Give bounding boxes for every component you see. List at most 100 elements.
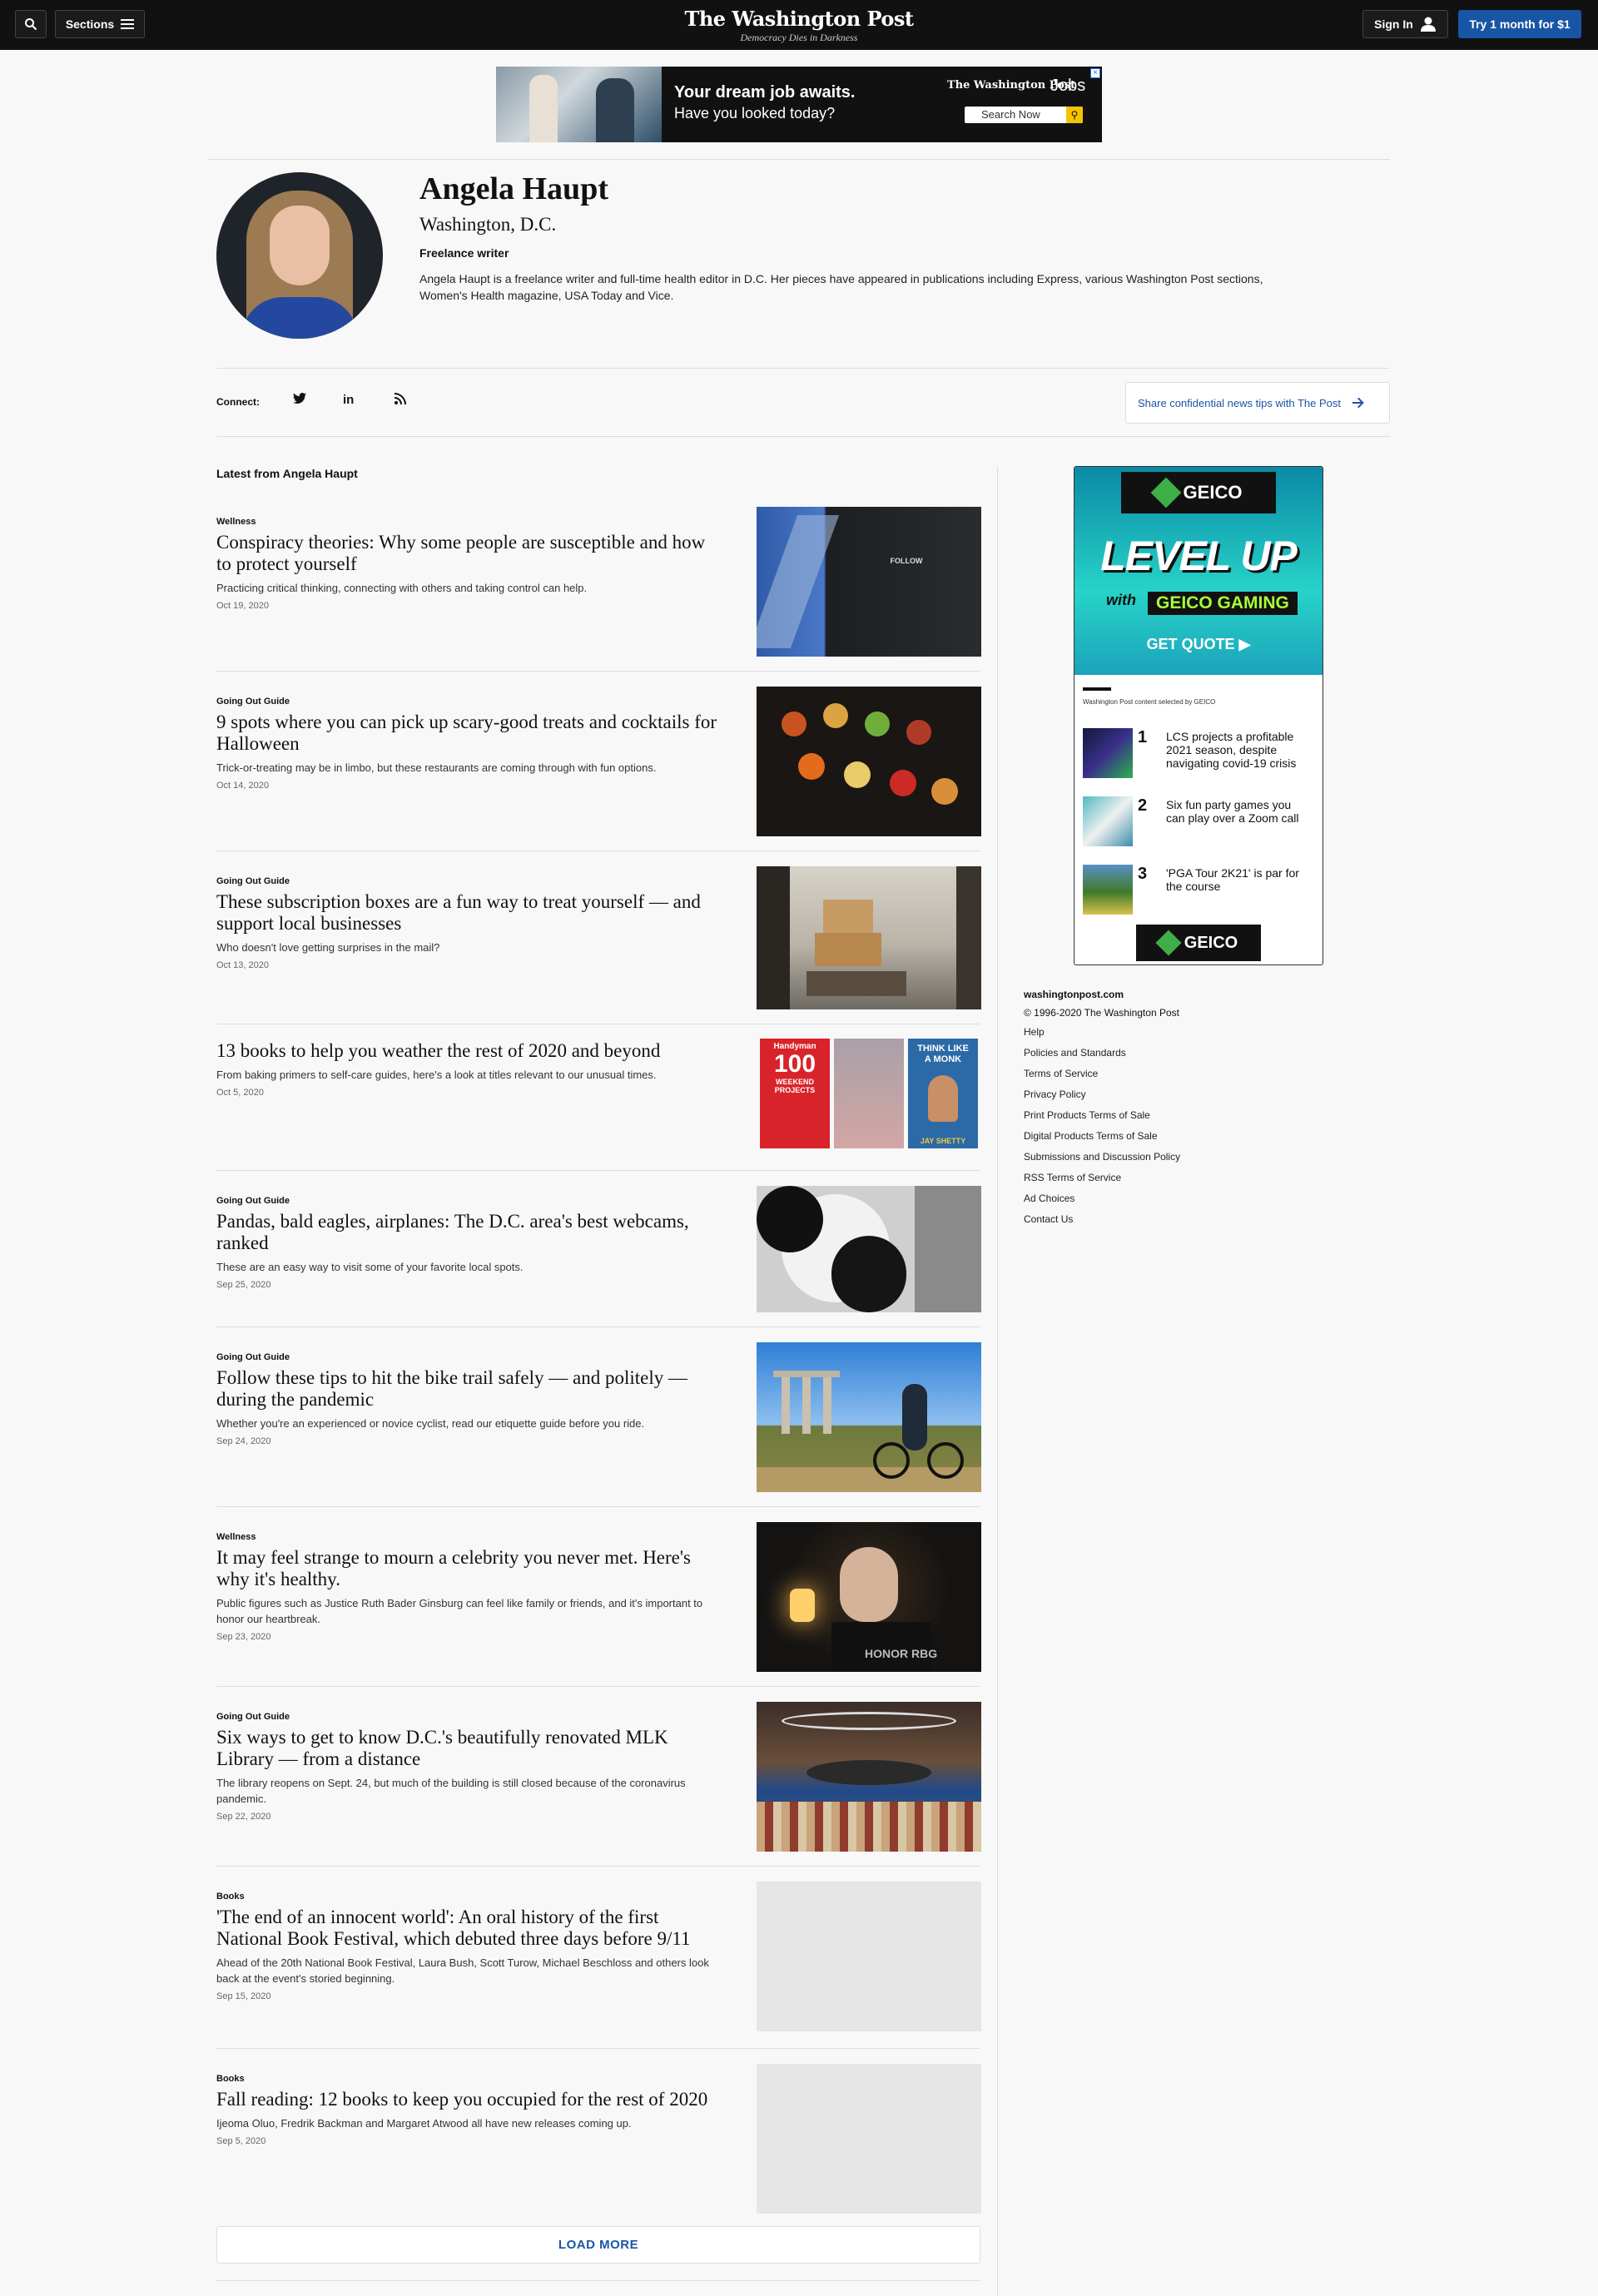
- ad-photo: [496, 67, 662, 142]
- article-blurb: Practicing critical thinking, connecting…: [216, 582, 588, 594]
- author-avatar: [216, 172, 383, 339]
- article-thumbnail[interactable]: [757, 866, 981, 1009]
- subscribe-button[interactable]: Try 1 month for $1: [1458, 10, 1581, 38]
- sign-in-label: Sign In: [1374, 17, 1413, 31]
- book-cover-title: THINK LIKE A MONK: [917, 1044, 969, 1064]
- sign-in-button[interactable]: Sign In: [1362, 10, 1448, 38]
- vigil-sign: HONOR RBG: [865, 1647, 938, 1660]
- author-bio: Angela Haupt is a freelance writer and f…: [419, 272, 1263, 302]
- article-headline[interactable]: It may feel strange to mourn a celebrity…: [216, 1547, 724, 1590]
- sponsored-thumbnail: [1083, 728, 1133, 778]
- footer-link-print-terms[interactable]: Print Products Terms of Sale: [1024, 1108, 1273, 1129]
- column-divider: [997, 466, 998, 2296]
- sponsored-title[interactable]: 'PGA Tour 2K21' is par for the course: [1166, 866, 1312, 893]
- ad-search-button[interactable]: Search Now ⚲: [965, 107, 1083, 123]
- article-blurb: These are an easy way to visit some of y…: [216, 1261, 524, 1273]
- article-thumbnail[interactable]: [757, 1702, 981, 1852]
- divider: [216, 1686, 980, 1687]
- article-blurb: From baking primers to self-care guides,…: [216, 1069, 657, 1081]
- site-footer: washingtonpost.com © 1996-2020 The Washi…: [1024, 989, 1273, 1233]
- get-quote-button[interactable]: GET QUOTE ▶: [1074, 636, 1323, 653]
- book-cover-sub: WEEKEND PROJECTS: [774, 1078, 816, 1094]
- article-thumbnail[interactable]: [757, 687, 981, 836]
- article-headline[interactable]: Six ways to get to know D.C.'s beautiful…: [216, 1727, 724, 1770]
- divider: [216, 2280, 980, 2281]
- article-thumbnail[interactable]: Handyman 100 WEEKEND PROJECTS THINK LIKE…: [757, 1039, 981, 1150]
- ad-jobs-label: Jobs: [1050, 77, 1086, 95]
- article-thumbnail-placeholder[interactable]: [757, 1882, 981, 2031]
- sponsored-item[interactable]: 2 Six fun party games you can play over …: [1083, 796, 1316, 848]
- footer-link-help[interactable]: Help: [1024, 1025, 1273, 1046]
- author-name: Angela Haupt: [419, 171, 608, 206]
- article-blurb: Ijeoma Oluo, Fredrik Backman and Margare…: [216, 2117, 632, 2130]
- load-more-button[interactable]: LOAD MORE: [216, 2226, 980, 2264]
- article-item[interactable]: Going Out Guide Follow these tips to hit…: [216, 1342, 981, 1492]
- article-headline[interactable]: These subscription boxes are a fun way t…: [216, 891, 724, 935]
- sponsored-title[interactable]: Six fun party games you can play over a …: [1166, 798, 1312, 825]
- article-item[interactable]: Books 'The end of an innocent world': An…: [216, 1882, 981, 2031]
- connect-label: Connect:: [216, 396, 260, 408]
- article-thumbnail[interactable]: HONOR RBG: [757, 1522, 981, 1672]
- ad-close-icon[interactable]: ×: [1090, 68, 1100, 78]
- geico-banner[interactable]: GEICO LEVEL UP with GEICO GAMING GET QUO…: [1074, 467, 1323, 675]
- news-tips-button[interactable]: Share confidential news tips with The Po…: [1125, 382, 1390, 424]
- article-blurb: Public figures such as Justice Ruth Bade…: [216, 1597, 703, 1625]
- article-thumbnail[interactable]: [757, 1342, 981, 1492]
- twitter-icon[interactable]: [293, 393, 306, 409]
- article-blurb: Whether you're an experienced or novice …: [216, 1417, 645, 1430]
- article-item[interactable]: 13 books to help you weather the rest of…: [216, 1039, 980, 1148]
- level-up-text: LEVEL UP: [1100, 533, 1298, 579]
- article-item[interactable]: Wellness Conspiracy theories: Why some p…: [216, 507, 981, 657]
- ad-search-icon: ⚲: [1066, 107, 1083, 123]
- geico-gem-icon: [1155, 930, 1182, 956]
- divider: [216, 436, 1390, 437]
- article-headline[interactable]: 13 books to help you weather the rest of…: [216, 1040, 724, 1062]
- footer-link-policies[interactable]: Policies and Standards: [1024, 1046, 1273, 1067]
- site-logo[interactable]: The Washington Post Democracy Dies in Da…: [0, 7, 1598, 44]
- rss-icon[interactable]: [395, 393, 406, 409]
- divider: [216, 1170, 980, 1171]
- article-headline[interactable]: Fall reading: 12 books to keep you occup…: [216, 2089, 724, 2110]
- article-item[interactable]: Going Out Guide These subscription boxes…: [216, 866, 981, 1009]
- footer-link-rss[interactable]: RSS Terms of Service: [1024, 1171, 1273, 1192]
- article-headline[interactable]: 'The end of an innocent world': An oral …: [216, 1907, 724, 1950]
- user-icon: [1420, 17, 1436, 32]
- divider: [208, 159, 1390, 160]
- divider: [216, 2048, 980, 2049]
- article-item[interactable]: Books Fall reading: 12 books to keep you…: [216, 2064, 981, 2214]
- article-thumbnail-placeholder[interactable]: [757, 2064, 981, 2214]
- article-headline[interactable]: Conspiracy theories: Why some people are…: [216, 532, 724, 575]
- sponsored-item[interactable]: 1 LCS projects a profitable 2021 season,…: [1083, 728, 1316, 780]
- article-headline[interactable]: Follow these tips to hit the bike trail …: [216, 1367, 724, 1411]
- divider: [216, 1506, 980, 1507]
- article-headline[interactable]: Pandas, bald eagles, airplanes: The D.C.…: [216, 1211, 724, 1254]
- geico-ad[interactable]: GEICO LEVEL UP with GEICO GAMING GET QUO…: [1074, 466, 1323, 965]
- jobs-ad-banner[interactable]: Your dream job awaits. Have you looked t…: [496, 67, 1102, 142]
- footer-link-ad-choices[interactable]: Ad Choices: [1024, 1192, 1273, 1212]
- footer-link-digital-terms[interactable]: Digital Products Terms of Sale: [1024, 1129, 1273, 1150]
- footer-link-privacy[interactable]: Privacy Policy: [1024, 1088, 1273, 1108]
- article-item[interactable]: Going Out Guide 9 spots where you can pi…: [216, 687, 981, 836]
- sponsored-number: 3: [1138, 865, 1148, 883]
- footer-link-submissions[interactable]: Submissions and Discussion Policy: [1024, 1150, 1273, 1171]
- article-thumbnail[interactable]: FOLLOW: [757, 507, 981, 657]
- footer-link-contact[interactable]: Contact Us: [1024, 1212, 1273, 1233]
- footer-link-terms[interactable]: Terms of Service: [1024, 1067, 1273, 1088]
- divider: [1083, 687, 1111, 691]
- divider: [216, 671, 980, 672]
- article-item[interactable]: Wellness It may feel strange to mourn a …: [216, 1522, 981, 1672]
- article-headline[interactable]: 9 spots where you can pick up scary-good…: [216, 712, 724, 755]
- article-item[interactable]: Going Out Guide Six ways to get to know …: [216, 1702, 981, 1852]
- linkedin-icon[interactable]: in: [343, 393, 354, 407]
- top-nav: Sections The Washington Post Democracy D…: [0, 0, 1598, 50]
- sponsored-item[interactable]: 3 'PGA Tour 2K21' is par for the course: [1083, 865, 1316, 916]
- article-item[interactable]: Going Out Guide Pandas, bald eagles, air…: [216, 1186, 981, 1312]
- geico-footer-logo[interactable]: GEICO: [1136, 925, 1261, 961]
- footer-site[interactable]: washingtonpost.com: [1024, 989, 1273, 1000]
- sponsored-thumbnail: [1083, 796, 1133, 846]
- ad-search-label: Search Now: [981, 108, 1040, 121]
- article-thumbnail[interactable]: [757, 1186, 981, 1312]
- sponsored-title[interactable]: LCS projects a profitable 2021 season, d…: [1166, 730, 1312, 770]
- news-tips-label: Share confidential news tips with The Po…: [1138, 396, 1342, 409]
- article-blurb: Ahead of the 20th National Book Festival…: [216, 1956, 709, 1985]
